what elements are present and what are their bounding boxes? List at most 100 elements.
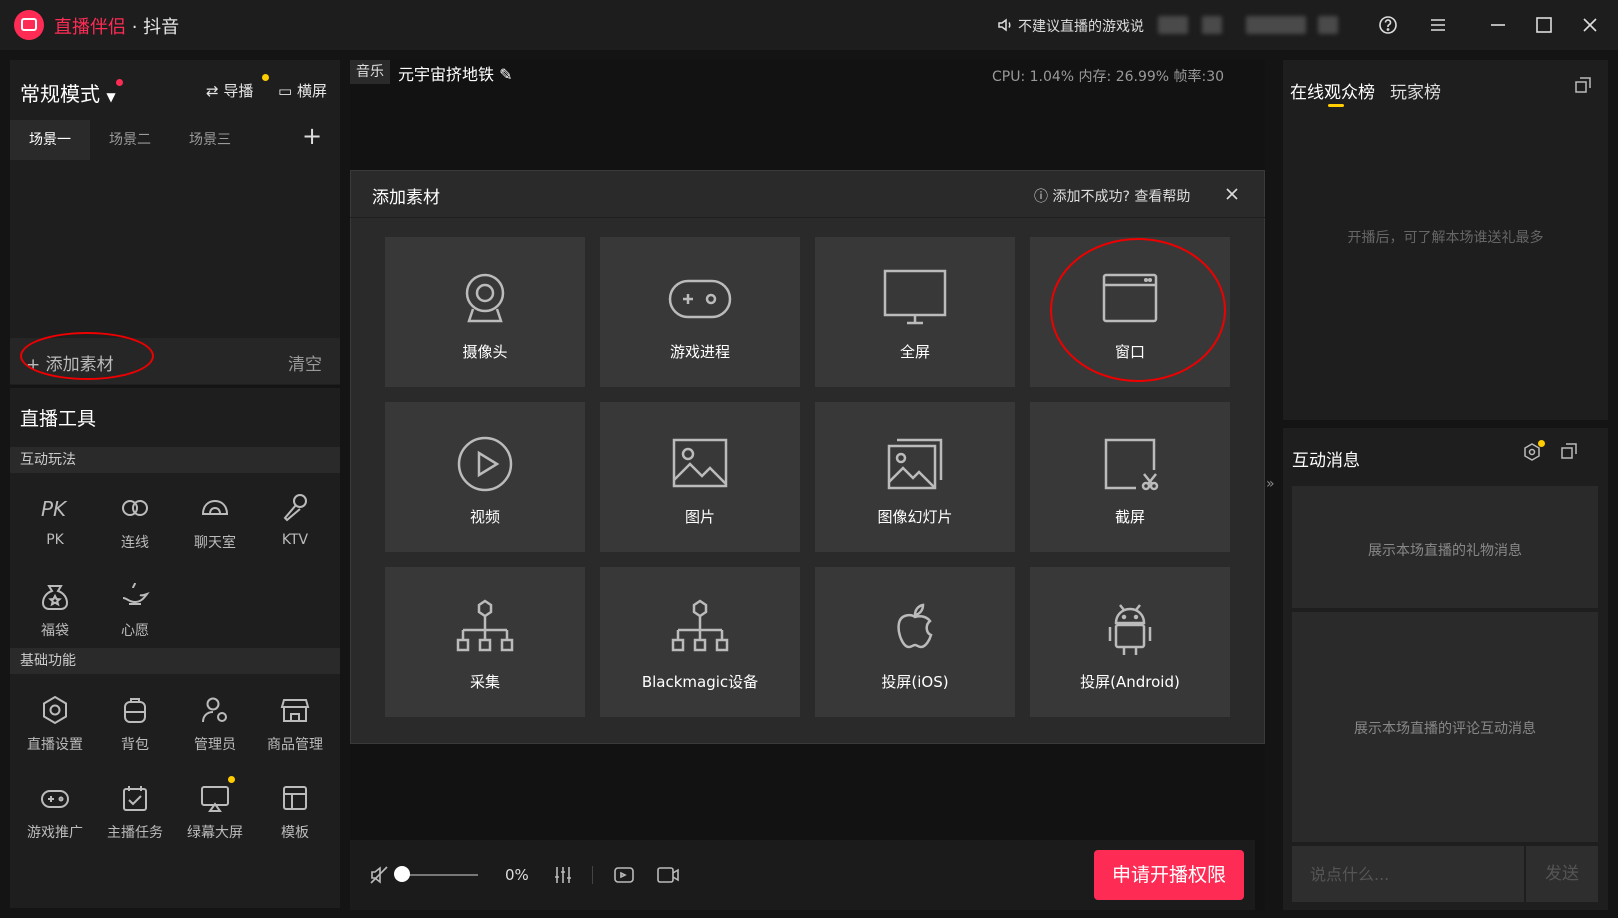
gamepad-icon bbox=[668, 267, 732, 331]
volume-slider-knob[interactable] bbox=[394, 866, 410, 882]
landscape-button[interactable]: ▭ 横屏 bbox=[278, 80, 327, 101]
tool-template[interactable]: 模板 bbox=[260, 780, 330, 842]
redacted-area bbox=[1158, 16, 1188, 34]
chatroom-icon bbox=[197, 490, 233, 526]
slideshow-icon bbox=[883, 432, 947, 496]
help-link[interactable]: ⓘ 添加不成功? 查看帮助 bbox=[1034, 186, 1190, 206]
maximize-icon[interactable] bbox=[1531, 12, 1557, 38]
play-circle-icon bbox=[453, 432, 517, 496]
tool-admin[interactable]: 管理员 bbox=[180, 692, 250, 754]
admin-user-icon bbox=[197, 692, 233, 728]
tab-players[interactable]: 玩家榜 bbox=[1390, 78, 1441, 103]
tool-game-promo[interactable]: 游戏推广 bbox=[20, 780, 90, 842]
source-android-cast-card[interactable]: 投屏(Android) bbox=[1030, 567, 1230, 717]
speaker-icon bbox=[996, 16, 1014, 34]
app-title: 直播伴侣 · 抖音 bbox=[54, 17, 180, 38]
tab-online-audience[interactable]: 在线观众榜 bbox=[1290, 78, 1375, 103]
chat-input[interactable] bbox=[1292, 846, 1524, 902]
collapse-right-panel-icon[interactable]: » bbox=[1266, 476, 1275, 492]
tab-scene-3[interactable]: 场景三 bbox=[170, 120, 250, 160]
magic-lamp-icon bbox=[117, 578, 153, 614]
source-image-card[interactable]: 图片 bbox=[600, 402, 800, 552]
link-icon bbox=[117, 490, 153, 526]
volume-slider-track[interactable] bbox=[402, 874, 478, 876]
performance-stats: CPU: 1.04% 内存: 26.99% 帧率:30 bbox=[992, 69, 1225, 85]
webcam-icon bbox=[453, 267, 517, 331]
clear-button[interactable]: 清空 bbox=[288, 350, 322, 375]
settings-badge-dot bbox=[1538, 440, 1545, 447]
menu-icon[interactable] bbox=[1425, 12, 1451, 38]
mode-badge-dot bbox=[116, 79, 123, 86]
lucky-bag-icon bbox=[37, 578, 73, 614]
source-slideshow-card[interactable]: 图像幻灯片 bbox=[815, 402, 1015, 552]
source-capture-card[interactable]: 采集 bbox=[385, 567, 585, 717]
tab-scene-1[interactable]: 场景一 bbox=[10, 120, 90, 160]
basic-section-header: 基础功能 bbox=[10, 648, 340, 674]
ranking-empty-hint: 开播后，可了解本场谁送礼最多 bbox=[1347, 230, 1544, 246]
shop-icon bbox=[277, 692, 313, 728]
notice-text[interactable]: 不建议直播的游戏说 bbox=[1018, 16, 1144, 36]
redacted-area bbox=[1202, 16, 1222, 34]
edit-pencil-icon[interactable]: ✎ bbox=[499, 65, 512, 84]
popout-icon[interactable] bbox=[1560, 442, 1578, 460]
interactive-section-header: 互动玩法 bbox=[10, 447, 340, 473]
tool-host-tasks[interactable]: 主播任务 bbox=[100, 780, 170, 842]
question-icon: ⓘ bbox=[1034, 189, 1048, 205]
add-scene-icon[interactable]: + bbox=[302, 122, 322, 150]
help-icon[interactable] bbox=[1375, 12, 1401, 38]
minimize-icon[interactable] bbox=[1485, 12, 1511, 38]
divider bbox=[592, 866, 593, 884]
screen-orientation-icon: ▭ bbox=[278, 82, 293, 100]
tool-lucky-bag[interactable]: 福袋 bbox=[20, 578, 90, 640]
popout-icon[interactable] bbox=[1574, 76, 1592, 94]
redacted-area bbox=[1246, 16, 1306, 34]
mute-speaker-icon[interactable] bbox=[368, 864, 390, 886]
highlight-oval bbox=[20, 332, 154, 380]
guide-badge-dot bbox=[262, 74, 269, 81]
source-camera-card[interactable]: 摄像头 bbox=[385, 237, 585, 387]
gamepad-icon bbox=[37, 780, 73, 816]
tool-green-screen[interactable]: 绿幕大屏 bbox=[180, 780, 250, 842]
close-window-icon[interactable] bbox=[1577, 12, 1603, 38]
mode-selector[interactable]: 常规模式 ▼ bbox=[20, 78, 116, 107]
request-live-button[interactable]: 申请开播权限 bbox=[1094, 850, 1244, 900]
monitor-icon bbox=[883, 267, 947, 331]
tab-scene-2[interactable]: 场景二 bbox=[90, 120, 170, 160]
tool-pk[interactable]: PK PK bbox=[20, 490, 90, 548]
tool-live-settings[interactable]: 直播设置 bbox=[20, 692, 90, 754]
camera-toggle-icon[interactable] bbox=[656, 864, 680, 886]
scene-tabs: 场景一 场景二 场景三 bbox=[10, 120, 340, 160]
source-video-card[interactable]: 视频 bbox=[385, 402, 585, 552]
source-fullscreen-card[interactable]: 全屏 bbox=[815, 237, 1015, 387]
tool-product-mgmt[interactable]: 商品管理 bbox=[260, 692, 330, 754]
screen-record-icon[interactable] bbox=[612, 864, 636, 886]
tool-link[interactable]: 连线 bbox=[100, 490, 170, 552]
guide-button[interactable]: ⇄ 导播 bbox=[206, 80, 253, 101]
gift-messages-hint: 展示本场直播的礼物消息 bbox=[1368, 543, 1522, 559]
mixer-sliders-icon[interactable] bbox=[552, 864, 574, 886]
divider bbox=[350, 217, 1265, 218]
source-screenshot-card[interactable]: 截屏 bbox=[1030, 402, 1230, 552]
tool-backpack[interactable]: 背包 bbox=[100, 692, 170, 754]
backpack-icon bbox=[117, 692, 153, 728]
source-game-card[interactable]: 游戏进程 bbox=[600, 237, 800, 387]
source-blackmagic-card[interactable]: Blackmagic设备 bbox=[600, 567, 800, 717]
task-calendar-icon bbox=[117, 780, 153, 816]
template-layout-icon bbox=[277, 780, 313, 816]
source-ios-cast-card[interactable]: 投屏(iOS) bbox=[815, 567, 1015, 717]
volume-percent: 0% bbox=[505, 866, 529, 884]
tool-ktv[interactable]: KTV bbox=[260, 490, 330, 548]
song-name[interactable]: 元宇宙挤地铁 ✎ bbox=[398, 61, 513, 85]
screenshot-scissors-icon bbox=[1098, 432, 1162, 496]
network-tree-icon bbox=[668, 597, 732, 661]
send-button[interactable]: 发送 bbox=[1526, 846, 1598, 902]
active-tab-indicator bbox=[1328, 104, 1344, 107]
svg-text:PK: PK bbox=[41, 497, 68, 521]
redacted-area bbox=[1318, 16, 1338, 34]
swap-icon: ⇄ bbox=[206, 82, 219, 100]
tool-wish[interactable]: 心愿 bbox=[100, 578, 170, 640]
close-icon[interactable] bbox=[1222, 184, 1242, 204]
green-screen-badge-dot bbox=[228, 776, 235, 783]
apple-icon bbox=[883, 597, 947, 661]
tool-chatroom[interactable]: 聊天室 bbox=[180, 490, 250, 552]
